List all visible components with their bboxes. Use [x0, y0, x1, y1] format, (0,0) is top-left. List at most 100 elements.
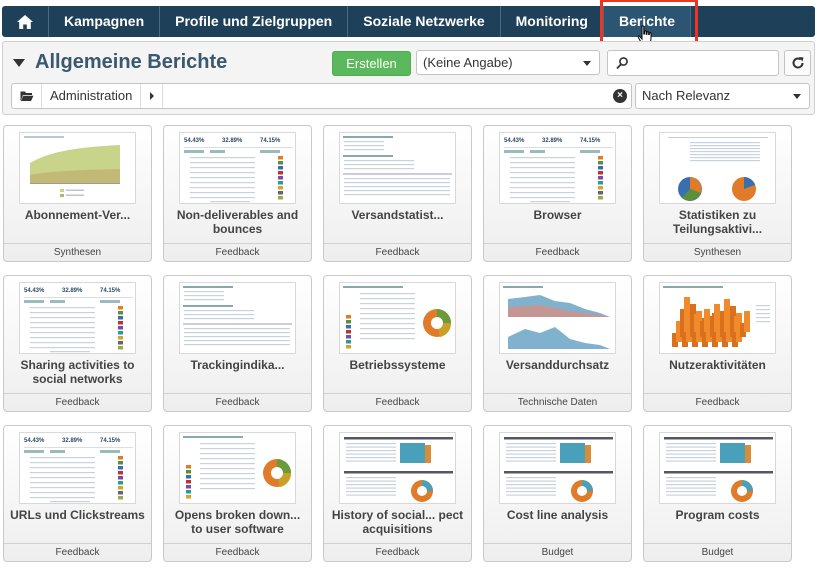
- svg-text:54.43%: 54.43%: [24, 438, 45, 444]
- report-thumbnail[interactable]: 54.43% 32.89% 74.15%: [19, 282, 136, 354]
- report-thumbnail[interactable]: [339, 432, 456, 504]
- report-thumbnail[interactable]: [339, 282, 456, 354]
- report-category: Budget: [644, 543, 791, 561]
- report-card[interactable]: Abonnement-Ver... Synthesen: [3, 125, 152, 262]
- report-thumbnail[interactable]: [659, 132, 776, 204]
- top-navigation: Kampagnen Profile und Zielgruppen Sozial…: [2, 0, 815, 46]
- nav-kampagnen[interactable]: Kampagnen: [49, 6, 161, 37]
- report-thumbnail[interactable]: [659, 432, 776, 504]
- svg-text:32.89%: 32.89%: [62, 288, 83, 294]
- refresh-icon: [792, 57, 804, 69]
- report-card[interactable]: Nutzeraktivitäten Feedback: [643, 275, 792, 412]
- chevron-down-icon: [793, 94, 801, 99]
- report-thumbnail[interactable]: [339, 132, 456, 204]
- report-category: Feedback: [324, 393, 471, 411]
- folder-label[interactable]: Administration: [42, 84, 142, 108]
- report-title: Program costs: [675, 508, 760, 522]
- report-title: Abonnement-Ver...: [24, 208, 131, 222]
- report-title: Cost line analysis: [506, 508, 609, 522]
- report-card[interactable]: Opens broken down... to user software Fe…: [163, 425, 312, 562]
- report-panel-header: Allgemeine Berichte Erstellen (Keine Ang…: [2, 41, 815, 115]
- report-title: Browser: [533, 208, 582, 222]
- svg-text:74.15%: 74.15%: [260, 138, 281, 144]
- report-title: Sharing activities to social networks: [20, 358, 135, 386]
- report-thumbnail[interactable]: [659, 282, 776, 354]
- report-title: Non-deliverables and bounces: [176, 208, 299, 236]
- report-card[interactable]: Statistiken zu Teilungsaktivi... Synthes…: [643, 125, 792, 262]
- sort-select-value: Nach Relevanz: [642, 88, 731, 103]
- svg-text:74.15%: 74.15%: [580, 138, 601, 144]
- report-category: Feedback: [324, 543, 471, 561]
- svg-text:54.43%: 54.43%: [24, 288, 45, 294]
- report-title: Versandstatist...: [351, 208, 444, 222]
- report-card[interactable]: Program costs Budget: [643, 425, 792, 562]
- panel-title-row[interactable]: Allgemeine Berichte: [13, 51, 227, 74]
- home-icon: [17, 14, 33, 29]
- report-category: Feedback: [4, 393, 151, 411]
- nav-monitoring[interactable]: Monitoring: [501, 6, 604, 37]
- report-title: Versanddurchsatz: [505, 358, 610, 372]
- report-thumbnail[interactable]: [179, 282, 296, 354]
- report-category: Feedback: [644, 393, 791, 411]
- search-input[interactable]: [607, 50, 779, 76]
- report-category: Budget: [484, 543, 631, 561]
- report-category: Synthesen: [4, 243, 151, 261]
- clear-icon[interactable]: ×: [613, 89, 627, 103]
- report-category: Feedback: [4, 543, 151, 561]
- report-card[interactable]: Versanddurchsatz Technische Daten: [483, 275, 632, 412]
- report-thumbnail[interactable]: 54.43% 32.89% 74.15%: [499, 132, 616, 204]
- report-card[interactable]: History of social... pect acquisitions F…: [323, 425, 472, 562]
- svg-text:54.43%: 54.43%: [184, 138, 205, 144]
- svg-text:74.15%: 74.15%: [100, 288, 121, 294]
- report-thumbnail[interactable]: [499, 282, 616, 354]
- report-title: History of social... pect acquisitions: [331, 508, 464, 536]
- collapse-triangle-icon[interactable]: [13, 58, 25, 67]
- report-title: URLs und Clickstreams: [10, 508, 145, 522]
- report-thumbnail[interactable]: [179, 432, 296, 504]
- report-category: Feedback: [324, 243, 471, 261]
- filter-select-value: (Keine Angabe): [423, 55, 513, 70]
- path-expand-button[interactable]: [141, 84, 164, 108]
- svg-text:32.89%: 32.89%: [542, 138, 563, 144]
- report-category: Feedback: [164, 543, 311, 561]
- report-card[interactable]: 54.43% 32.89% 74.15% Sharing activities …: [3, 275, 152, 412]
- nav-soziale-netzwerke[interactable]: Soziale Netzwerke: [348, 6, 501, 37]
- report-title: Statistiken zu Teilungsaktivi...: [672, 208, 763, 236]
- report-thumbnail[interactable]: 54.43% 32.89% 74.15%: [19, 432, 136, 504]
- report-thumbnail[interactable]: [499, 432, 616, 504]
- report-card[interactable]: 54.43% 32.89% 74.15% Non-deliverables an…: [163, 125, 312, 262]
- report-title: Opens broken down... to user software: [174, 508, 301, 536]
- nav-profile-zielgruppen[interactable]: Profile und Zielgruppen: [160, 6, 349, 37]
- folder-open-icon: [20, 91, 33, 101]
- page-title: Allgemeine Berichte: [35, 51, 228, 73]
- create-button[interactable]: Erstellen: [332, 51, 411, 76]
- report-card[interactable]: Cost line analysis Budget: [483, 425, 632, 562]
- refresh-button[interactable]: [784, 50, 811, 76]
- report-card[interactable]: 54.43% 32.89% 74.15% URLs und Clickstrea…: [3, 425, 152, 562]
- report-card[interactable]: 54.43% 32.89% 74.15% Browser Feedback: [483, 125, 632, 262]
- report-thumbnail[interactable]: [19, 132, 136, 204]
- svg-text:54.43%: 54.43%: [504, 138, 525, 144]
- filter-select[interactable]: (Keine Angabe): [416, 50, 600, 75]
- report-card[interactable]: Trackingindika... Feedback: [163, 275, 312, 412]
- report-category: Feedback: [164, 243, 311, 261]
- folder-path-bar: Administration ×: [11, 83, 632, 109]
- report-category: Feedback: [164, 393, 311, 411]
- sort-select[interactable]: Nach Relevanz: [635, 83, 810, 109]
- report-category: Synthesen: [644, 243, 791, 261]
- nav-home-button[interactable]: [2, 6, 49, 37]
- svg-text:74.15%: 74.15%: [100, 438, 121, 444]
- svg-text:32.89%: 32.89%: [222, 138, 243, 144]
- chevron-down-icon: [583, 61, 591, 66]
- report-title: Nutzeraktivitäten: [669, 358, 766, 372]
- search-icon: [616, 57, 628, 70]
- chevron-right-icon: [149, 92, 154, 100]
- report-card[interactable]: Versandstatist... Feedback: [323, 125, 472, 262]
- open-folder-button[interactable]: [12, 84, 42, 108]
- report-card[interactable]: Betriebssysteme Feedback: [323, 275, 472, 412]
- report-title: Betriebssysteme: [349, 358, 446, 372]
- report-title: Trackingindika...: [190, 358, 285, 372]
- report-thumbnail[interactable]: 54.43% 32.89% 74.15%: [179, 132, 296, 204]
- report-category: Feedback: [484, 243, 631, 261]
- nav-berichte[interactable]: Berichte: [599, 0, 698, 46]
